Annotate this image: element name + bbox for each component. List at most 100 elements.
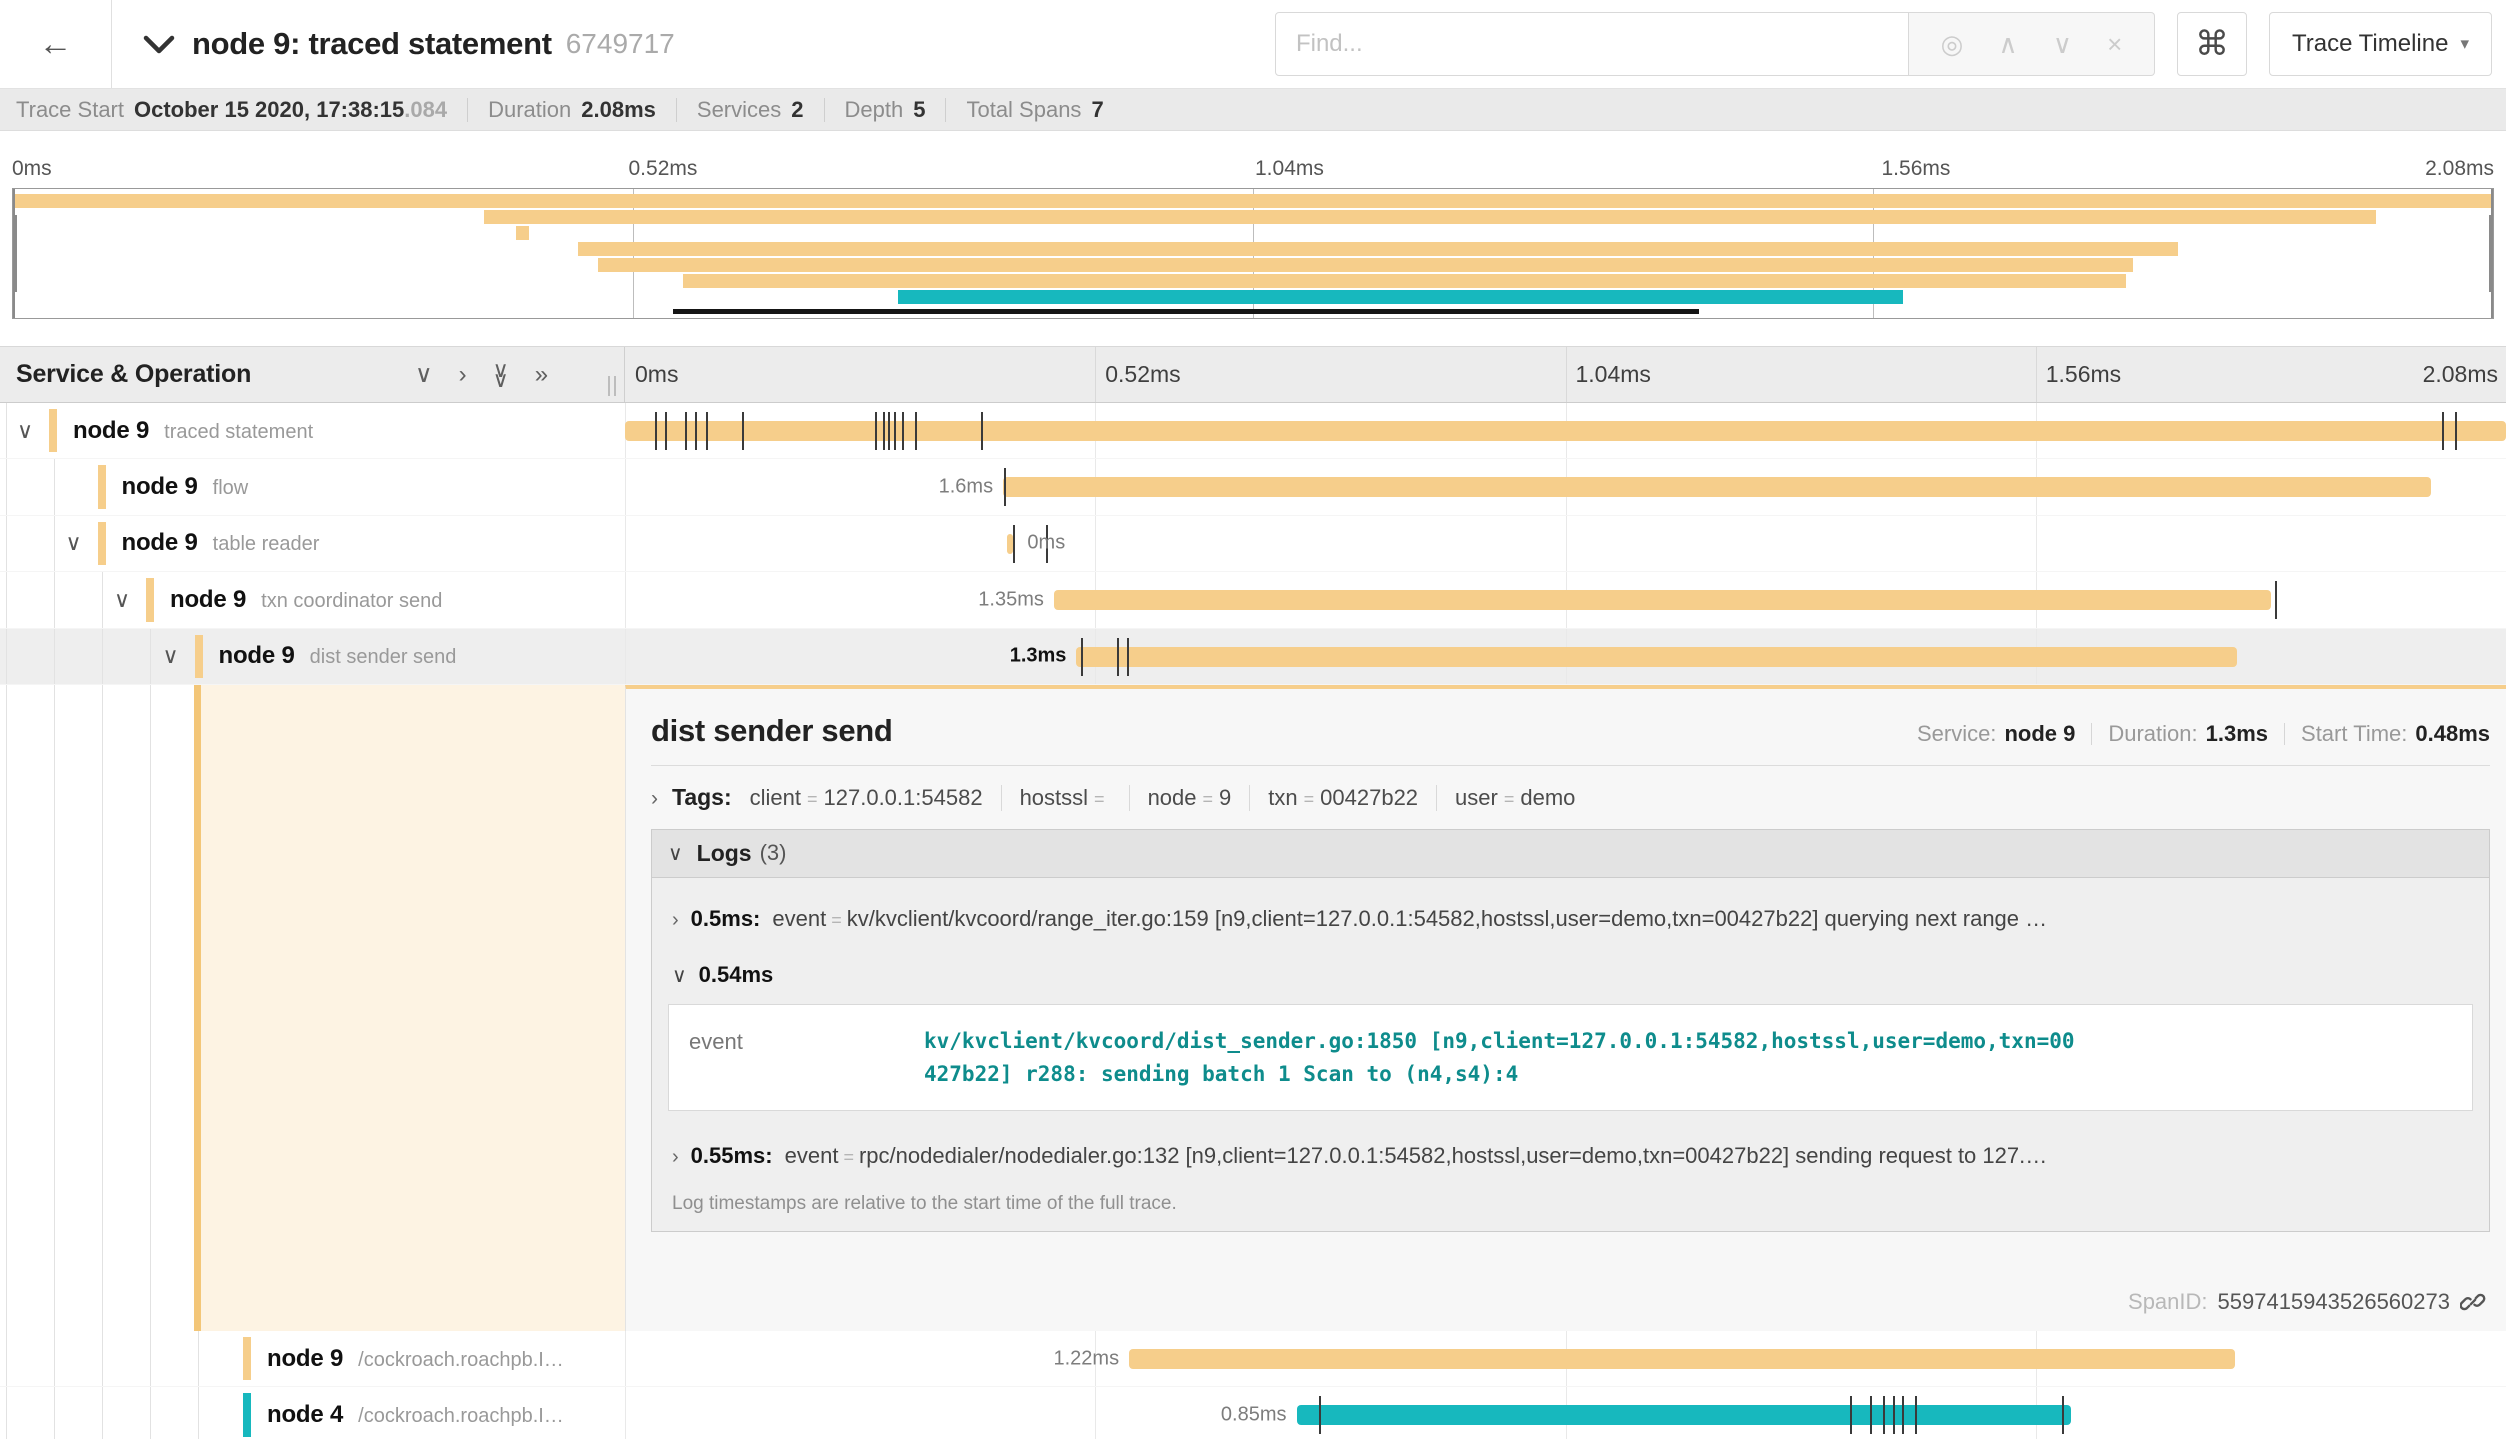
timeline-axis-label: 1.04ms (1576, 361, 1651, 388)
span-timeline-cell[interactable]: 0ms (625, 516, 2506, 571)
chevron-down-icon[interactable]: ∨ (114, 587, 130, 613)
span-duration-bar[interactable] (1129, 1349, 2235, 1369)
span-duration-bar[interactable] (1003, 477, 2431, 497)
log-marker-tick (742, 412, 744, 450)
tag-item[interactable]: client=127.0.0.1:54582 (750, 785, 1001, 811)
keyboard-shortcuts-button[interactable]: ⌘ (2177, 12, 2247, 76)
summary-label: Services (697, 97, 781, 123)
span-detail-panel: dist sender send Service:node 9Duration:… (625, 685, 2506, 1331)
tags-row[interactable]: › Tags: client=127.0.0.1:54582hostssl=no… (651, 784, 2490, 811)
log-entry[interactable]: ›0.55ms:event=rpc/nodedialer/nodedialer.… (668, 1121, 2473, 1179)
log-marker-tick (883, 412, 885, 450)
log-marker-tick (1893, 1396, 1895, 1434)
span-timeline-cell[interactable]: 1.3ms (625, 629, 2506, 684)
chevron-down-icon[interactable]: ∨ (17, 418, 33, 444)
collapse-trace-chevron-icon[interactable] (142, 32, 176, 56)
log-event-value: kv/kvclient/kvcoord/dist_sender.go:1850 … (924, 1005, 2472, 1110)
tree-guide (150, 1331, 151, 1386)
collapse-all-icon[interactable]: ∨∨ (493, 365, 509, 383)
chevron-down-icon[interactable]: ∨ (163, 643, 179, 669)
tree-guide (54, 516, 55, 571)
find-controls: ◎ ∧ ∨ × (1909, 12, 2155, 76)
span-duration-bar[interactable] (1297, 1405, 2072, 1425)
expand-all-icon[interactable]: » (535, 363, 548, 387)
logs-count: (3) (760, 840, 787, 866)
column-resizer[interactable] (608, 376, 616, 396)
span-name-cell[interactable]: node 4/cockroach.roachpb.I… (0, 1387, 625, 1439)
minimap-scrub-grip-right[interactable] (2489, 215, 2493, 292)
minimap-span-bar (13, 194, 2493, 208)
command-icon: ⌘ (2195, 25, 2229, 63)
span-color-accent (194, 685, 201, 1331)
tag-item[interactable]: hostssl= (1001, 785, 1129, 811)
chevron-down-icon[interactable]: ∨ (66, 530, 82, 556)
span-row[interactable]: node 9/cockroach.roachpb.I… 1.22ms (0, 1331, 2506, 1387)
span-timeline-cell[interactable]: 1.6ms (625, 459, 2506, 514)
span-name-cell[interactable]: ∨node 9dist sender send (0, 629, 625, 684)
chevron-down-icon: ∨ (672, 965, 687, 987)
span-duration-bar[interactable] (1076, 647, 2237, 667)
tree-guide (102, 685, 103, 1331)
tree-guide (6, 1387, 7, 1439)
collapse-one-icon[interactable]: ∨ (415, 363, 433, 387)
tag-item[interactable]: node=9 (1129, 785, 1250, 811)
logs-body: ›0.5ms:event=kv/kvclient/kvcoord/range_i… (652, 878, 2489, 1231)
log-event-value-line: kv/kvclient/kvcoord/dist_sender.go:1850 … (924, 1029, 2075, 1053)
log-marker-tick (695, 412, 697, 450)
log-marker-tick (902, 412, 904, 450)
span-name-cell[interactable]: ∨node 9txn coordinator send (0, 572, 625, 627)
span-row[interactable]: ∨node 9txn coordinator send1.35ms (0, 572, 2506, 628)
locate-icon[interactable]: ◎ (1941, 31, 1964, 57)
span-row[interactable]: ∨node 9traced statement (0, 403, 2506, 459)
trace-view-selector[interactable]: Trace Timeline ▾ (2269, 12, 2492, 76)
tree-guide (54, 459, 55, 514)
clear-find-icon[interactable]: × (2107, 31, 2122, 57)
tag-item[interactable]: user=demo (1436, 785, 1593, 811)
span-name: node 9/cockroach.roachpb.I… (267, 1345, 564, 1373)
chevron-down-icon: ∨ (668, 841, 683, 866)
span-name: node 9flow (122, 473, 249, 501)
chevron-right-icon: › (672, 1146, 679, 1168)
service-name: node 9 (122, 473, 198, 500)
find-input[interactable] (1275, 12, 1909, 76)
meta-label: Service: (1917, 721, 1996, 747)
tag-item[interactable]: txn=00427b22 (1249, 785, 1436, 811)
span-timeline-cell[interactable]: 0.85ms (625, 1387, 2506, 1439)
service-operation-title: Service & Operation (16, 360, 251, 389)
minimap-axis-label: 1.56ms (1882, 157, 1951, 181)
span-timeline-cell[interactable] (625, 403, 2506, 458)
expand-one-icon[interactable]: › (459, 363, 467, 387)
log-marker-tick (1117, 638, 1119, 676)
span-row[interactable]: node 9flow 1.6ms (0, 459, 2506, 515)
log-event-value-line: 427b22] r288: sending batch 1 Scan to (n… (924, 1062, 1518, 1086)
span-row[interactable]: ∨node 9dist sender send1.3ms (0, 629, 2506, 685)
span-duration-bar[interactable] (1007, 534, 1014, 554)
minimap-canvas[interactable] (12, 188, 2494, 319)
separator (945, 98, 946, 122)
tag-value: 9 (1219, 785, 1231, 810)
next-match-icon[interactable]: ∨ (2053, 31, 2072, 57)
span-name-cell[interactable]: ∨node 9traced statement (0, 403, 625, 458)
span-timeline-cell[interactable]: 1.35ms (625, 572, 2506, 627)
minimap-scrub-grip-left[interactable] (13, 215, 17, 292)
span-duration-bar[interactable] (1054, 590, 2271, 610)
span-row[interactable]: node 4/cockroach.roachpb.I…0.85ms (0, 1387, 2506, 1439)
log-marker-tick (1915, 1396, 1917, 1434)
link-icon[interactable] (2460, 1289, 2486, 1315)
log-entry[interactable]: ›0.5ms:event=kv/kvclient/kvcoord/range_i… (668, 884, 2473, 942)
prev-match-icon[interactable]: ∧ (1999, 31, 2018, 57)
log-marker-tick (685, 412, 687, 450)
logs-header[interactable]: ∨ Logs (3) (652, 830, 2489, 878)
equals-sign: = (1504, 789, 1515, 809)
back-button[interactable]: ← (0, 0, 112, 88)
span-timeline-cell[interactable]: 1.22ms (625, 1331, 2506, 1386)
operation-name: traced statement (164, 421, 313, 443)
log-marker-tick (2275, 581, 2277, 619)
log-entry-expanded-header[interactable]: ∨0.54ms (668, 942, 2473, 1000)
span-name-cell[interactable]: node 9/cockroach.roachpb.I… (0, 1331, 625, 1386)
span-row[interactable]: ∨node 9table reader0ms (0, 516, 2506, 572)
span-name-cell[interactable]: ∨node 9table reader (0, 516, 625, 571)
span-duration-bar[interactable] (625, 421, 2506, 441)
span-name-cell[interactable]: node 9flow (0, 459, 625, 514)
tree-guide (102, 572, 103, 627)
